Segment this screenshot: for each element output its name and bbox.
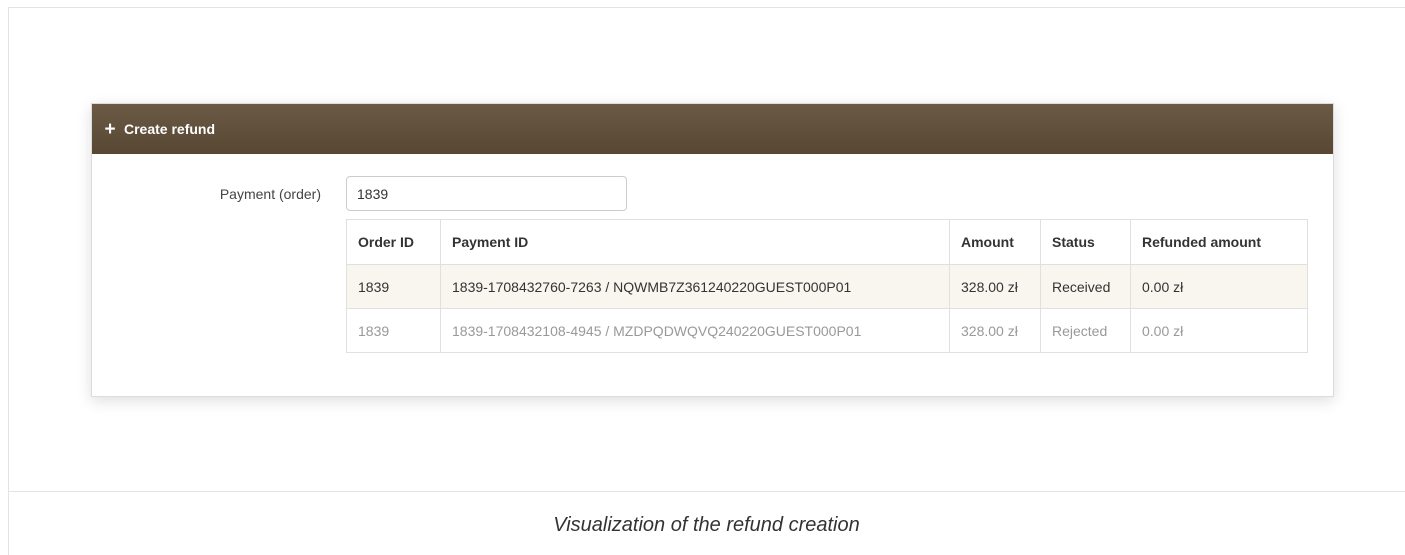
- cell-refunded-amount: 0.00 zł: [1130, 308, 1308, 353]
- cell-amount: 328.00 zł: [949, 308, 1041, 353]
- column-header-order-id: Order ID: [346, 219, 441, 265]
- panel-title: Create refund: [124, 121, 216, 137]
- payment-order-label: Payment (order): [219, 186, 321, 202]
- cell-amount: 328.00 zł: [949, 264, 1041, 309]
- column-header-payment-id: Payment ID: [440, 219, 950, 265]
- cell-status: Rejected: [1040, 308, 1131, 353]
- create-refund-panel: + Create refund Payment (order) Order ID…: [91, 103, 1334, 397]
- cell-refunded-amount: 0.00 zł: [1130, 264, 1308, 309]
- plus-icon[interactable]: +: [103, 120, 117, 139]
- table-row[interactable]: 1839 1839-1708432108-4945 / MZDPQDWQVQ24…: [346, 308, 1308, 353]
- column-header-amount: Amount: [949, 219, 1041, 265]
- cell-status: Received: [1040, 264, 1131, 309]
- figure-caption: Visualization of the refund creation: [553, 514, 860, 536]
- payment-order-input[interactable]: [346, 176, 627, 211]
- cell-order-id: 1839: [346, 264, 441, 309]
- screenshot-frame: + Create refund Payment (order) Order ID…: [8, 7, 1405, 555]
- column-header-status: Status: [1040, 219, 1131, 265]
- cell-order-id: 1839: [346, 308, 441, 353]
- cell-payment-id: 1839-1708432108-4945 / MZDPQDWQVQ240220G…: [440, 308, 950, 353]
- payments-table: Order ID Payment ID Amount Status Refund…: [346, 219, 1308, 353]
- screenshot-area: + Create refund Payment (order) Order ID…: [9, 8, 1405, 492]
- payment-form-row: Payment (order): [92, 176, 1333, 212]
- cell-payment-id: 1839-1708432760-7263 / NQWMB7Z361240220G…: [440, 264, 950, 309]
- column-header-refunded-amount: Refunded amount: [1130, 219, 1308, 265]
- table-header-row: Order ID Payment ID Amount Status Refund…: [346, 219, 1308, 265]
- table-row[interactable]: 1839 1839-1708432760-7263 / NQWMB7Z36124…: [346, 264, 1308, 309]
- panel-header[interactable]: + Create refund: [92, 104, 1333, 154]
